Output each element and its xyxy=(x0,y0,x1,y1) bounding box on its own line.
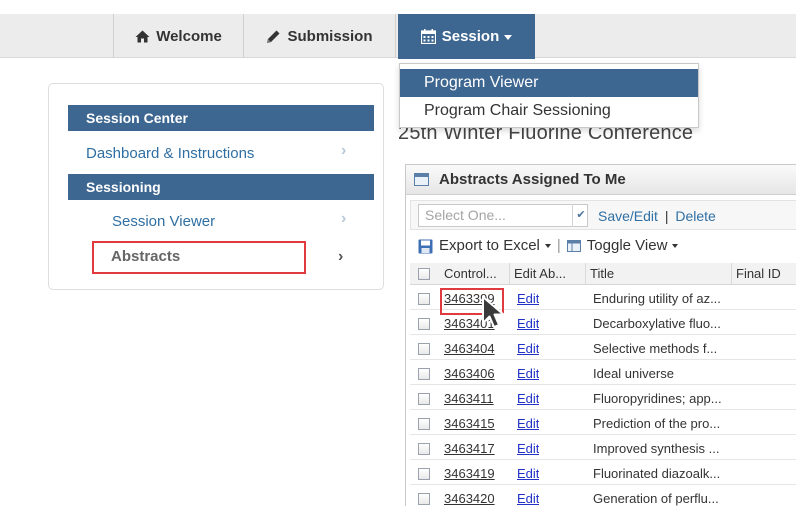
row-checkbox[interactable] xyxy=(418,368,430,380)
separator: | xyxy=(556,237,561,254)
toggle-view-button[interactable]: Toggle View xyxy=(587,235,668,257)
link-separator: | xyxy=(664,208,669,224)
abstracts-link[interactable]: Abstracts xyxy=(111,245,180,269)
toggle-view-icon xyxy=(566,240,581,252)
edit-link[interactable]: Edit xyxy=(517,488,539,506)
delete-link[interactable]: Delete xyxy=(675,208,715,224)
abstract-title: Improved synthesis ... xyxy=(593,441,720,456)
abstract-title: Fluorinated diazoalk... xyxy=(593,466,721,481)
abstract-title: Ideal universe xyxy=(593,366,674,381)
nav-session-label: Session xyxy=(441,28,500,45)
row-checkbox[interactable] xyxy=(418,443,430,455)
chevron-right-icon: › xyxy=(338,248,344,265)
dashboard-instructions-link[interactable]: Dashboard & Instructions xyxy=(86,141,254,167)
edit-link[interactable]: Edit xyxy=(517,288,539,310)
control-id-link[interactable]: 3463417 xyxy=(444,438,495,460)
column-header-final-id[interactable]: Final ID xyxy=(732,263,796,285)
nav-welcome[interactable]: Welcome xyxy=(113,14,243,58)
abstract-title: Selective methods f... xyxy=(593,341,718,356)
mouse-pointer-icon xyxy=(481,295,511,334)
chevron-down-icon xyxy=(672,244,679,248)
save-edit-link[interactable]: Save/Edit xyxy=(598,208,658,224)
edit-link[interactable]: Edit xyxy=(517,388,539,410)
control-id-link[interactable]: 3463406 xyxy=(444,363,495,385)
control-id-link[interactable]: 3463419 xyxy=(444,463,495,485)
row-checkbox[interactable] xyxy=(418,418,430,430)
edit-link[interactable]: Edit xyxy=(517,463,539,485)
row-checkbox[interactable] xyxy=(418,493,430,505)
calendar-icon xyxy=(420,29,436,44)
abstract-title: Prediction of the pro... xyxy=(593,416,721,431)
menu-item-program-viewer[interactable]: Program Viewer xyxy=(400,69,698,97)
chevron-down-icon[interactable]: ✔ xyxy=(572,204,589,227)
chevron-down-icon xyxy=(544,244,551,248)
chevron-right-icon: › xyxy=(341,142,347,159)
top-strip xyxy=(0,0,796,14)
control-id-link[interactable]: 3463415 xyxy=(444,413,495,435)
session-dropdown-menu: Program Viewer Program Chair Sessioning xyxy=(399,63,699,128)
nav-session[interactable]: Session xyxy=(398,14,535,59)
column-header-edit-abstract[interactable]: Edit Ab... xyxy=(510,263,586,285)
abstract-title: Generation of perflu... xyxy=(593,491,719,506)
menu-item-program-chair-sessioning[interactable]: Program Chair Sessioning xyxy=(400,97,698,125)
edit-link[interactable]: Edit xyxy=(517,338,539,360)
column-header-title[interactable]: Title xyxy=(586,263,732,285)
chevron-right-icon: › xyxy=(341,210,347,227)
saved-view-select[interactable]: Select One... xyxy=(418,204,588,227)
control-id-link[interactable]: 3463411 xyxy=(444,388,494,410)
nav-welcome-label: Welcome xyxy=(156,27,222,45)
save-disk-icon xyxy=(418,239,433,254)
row-checkbox[interactable] xyxy=(418,293,430,305)
home-icon xyxy=(135,30,150,43)
top-navbar: Welcome Submission Session xyxy=(0,14,796,59)
edit-link[interactable]: Edit xyxy=(517,438,539,460)
row-checkbox[interactable] xyxy=(418,468,430,480)
nav-submission-label: Submission xyxy=(287,27,373,45)
grid-title: Abstracts Assigned To Me xyxy=(406,165,796,195)
row-checkbox[interactable] xyxy=(418,393,430,405)
chevron-down-icon xyxy=(504,35,513,40)
section-header-sessioning: Sessioning xyxy=(68,174,374,200)
abstract-title: Enduring utility of az... xyxy=(593,291,721,306)
section-header-session-center: Session Center xyxy=(68,105,374,131)
pencil-icon xyxy=(266,29,281,44)
row-checkbox[interactable] xyxy=(418,318,430,330)
control-id-link[interactable]: 3463420 xyxy=(444,488,495,506)
control-id-link[interactable]: 3463404 xyxy=(444,338,495,360)
edit-link[interactable]: Edit xyxy=(517,363,539,385)
export-excel-button[interactable]: Export to Excel xyxy=(439,235,540,257)
abstract-title: Fluoropyridines; app... xyxy=(593,391,722,406)
nav-submission[interactable]: Submission xyxy=(243,14,396,58)
abstract-title: Decarboxylative fluo... xyxy=(593,316,721,331)
session-viewer-link[interactable]: Session Viewer xyxy=(112,209,215,235)
save-edit-delete-links: Save/Edit | Delete xyxy=(598,206,716,226)
row-checkbox[interactable] xyxy=(418,343,430,355)
edit-link[interactable]: Edit xyxy=(517,313,539,335)
select-all-checkbox[interactable] xyxy=(418,268,430,280)
edit-link[interactable]: Edit xyxy=(517,413,539,435)
table-icon xyxy=(414,173,429,186)
export-toolbar: Export to Excel | Toggle View xyxy=(418,235,679,257)
column-header-control[interactable]: Control... xyxy=(440,263,510,285)
